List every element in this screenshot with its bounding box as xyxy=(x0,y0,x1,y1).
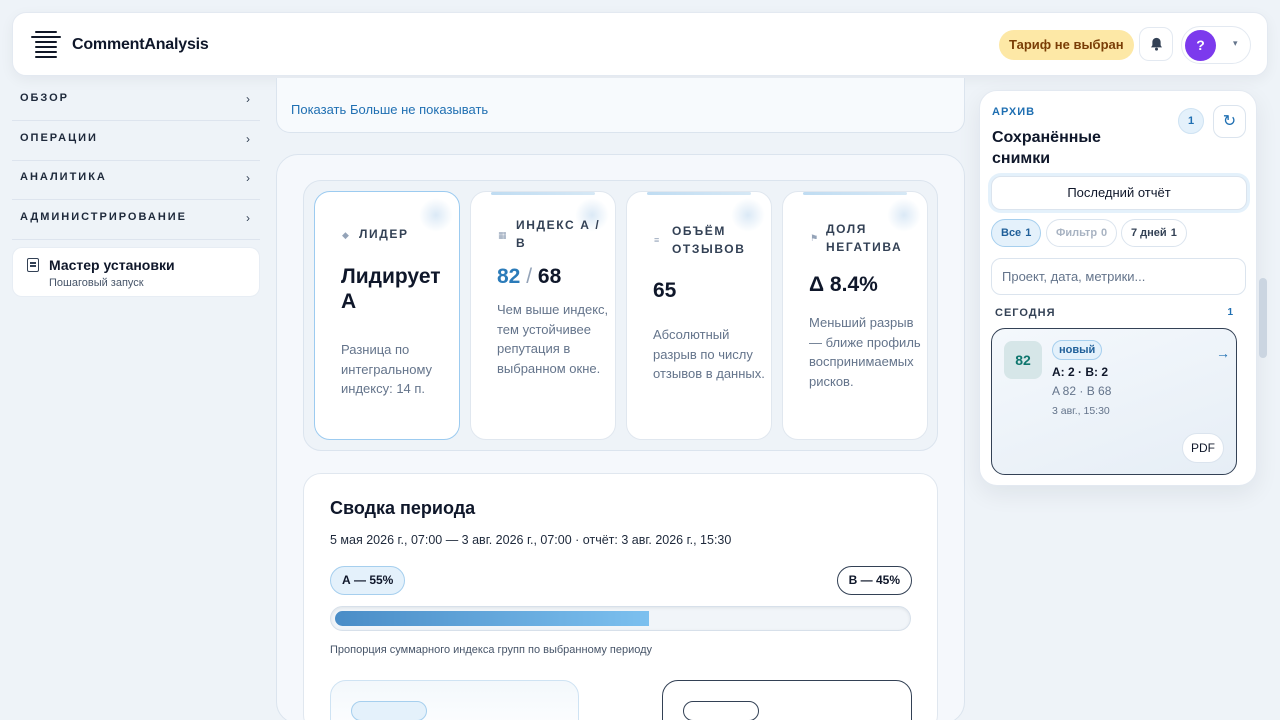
share-progress-bar xyxy=(330,606,911,631)
filter-chip-7-days[interactable]: 7 дней 1 xyxy=(1121,219,1187,247)
snapshot-meta: A 82 · B 68 xyxy=(1052,384,1112,398)
share-progress-fill xyxy=(335,611,649,626)
top-bar: CommentAnalysis Тариф не выбран ? ▾ xyxy=(12,12,1268,76)
new-badge: новый xyxy=(1052,340,1103,360)
sidebar-item-operations[interactable]: ОПЕРАЦИИ › xyxy=(12,122,260,161)
bell-icon xyxy=(1150,37,1162,51)
index-a-value: 82 xyxy=(497,265,521,288)
kpi-value: 65 xyxy=(653,279,677,302)
setup-wizard-link[interactable]: Мастер установки Пошаговый запуск xyxy=(12,247,260,297)
card-glow xyxy=(419,198,453,232)
main-panel: ◆ ЛИДЕР Лидирует А Разница по интегральн… xyxy=(276,154,965,720)
sidebar-item-administration[interactable]: АДМИНИСТРИРОВАНИЕ › xyxy=(12,201,260,240)
wizard-subtitle: Пошаговый запуск xyxy=(49,277,144,289)
index-separator: / xyxy=(526,265,533,288)
refresh-icon: ↻ xyxy=(1222,113,1237,130)
notice-bar: Показать Больше не показывать xyxy=(276,78,965,133)
snapshot-title: A: 2 · B: 2 xyxy=(1052,365,1109,379)
kpi-grid: ◆ ЛИДЕР Лидирует А Разница по интегральн… xyxy=(303,180,938,451)
chevron-down-icon: ▾ xyxy=(1233,38,1238,48)
sidebar-item-overview[interactable]: ОБЗОР › xyxy=(12,82,260,121)
group-b-share-badge: В — 45% xyxy=(836,566,912,595)
brand-name: CommentAnalysis xyxy=(72,36,209,53)
diamond-icon: ◆ xyxy=(342,230,349,240)
chevron-right-icon: › xyxy=(246,211,250,225)
kpi-description: Разница по интегральному индексу: 14 п. xyxy=(341,342,433,397)
share-caption: Пропорция суммарного индекса групп по вы… xyxy=(330,644,653,656)
book-icon xyxy=(27,258,39,272)
flag-icon: ⚑ xyxy=(810,233,819,243)
grid-icon: ▦ xyxy=(498,230,507,240)
user-menu-button[interactable]: ? ▾ xyxy=(1181,26,1251,64)
arrow-right-icon[interactable]: → xyxy=(1216,345,1230,361)
chevron-right-icon: › xyxy=(246,92,250,106)
group-b-card xyxy=(662,680,912,720)
archive-panel: АРХИВ Сохранённые снимки 1 ↻ Последний о… xyxy=(979,90,1257,486)
notice-dismiss-link[interactable]: Больше не показывать xyxy=(350,102,488,117)
kpi-card-leader: ◆ ЛИДЕР Лидирует А Разница по интегральн… xyxy=(314,191,460,440)
sidebar-item-label: ОБЗОР xyxy=(20,92,69,104)
logo-icon xyxy=(31,31,63,59)
avatar: ? xyxy=(1185,30,1216,61)
scrollbar[interactable] xyxy=(1259,278,1267,358)
kpi-card-negative: ⚑ ДОЛЯ НЕГАТИВА Δ 8.4% Меньший разрыв — … xyxy=(782,191,928,440)
group-a-card xyxy=(330,680,579,720)
archive-count-badge: 1 xyxy=(1178,108,1204,134)
period-summary: Сводка периода 5 мая 2026 г., 07:00 — 3 … xyxy=(303,473,938,720)
kpi-card-index: ▦ ИНДЕКС А / В 82 / 68 Чем выше индекс, … xyxy=(470,191,616,440)
kpi-description: Меньший разрыв — ближе профиль восприним… xyxy=(809,315,921,389)
kpi-value: Лидирует А xyxy=(341,265,441,313)
sidebar-item-label: АДМИНИСТРИРОВАНИЕ xyxy=(20,211,188,223)
group-count: 1 xyxy=(1227,307,1233,318)
index-b-value: 68 xyxy=(537,265,562,288)
plan-badge[interactable]: Тариф не выбран xyxy=(999,30,1134,60)
filter-chip-filter[interactable]: Фильтр 0 xyxy=(1046,219,1118,247)
wizard-title: Мастер установки xyxy=(49,257,175,273)
kpi-label: ОБЪЁМ ОТЗЫВОВ xyxy=(672,224,746,256)
kpi-label: ДОЛЯ НЕГАТИВА xyxy=(826,222,903,254)
kpi-card-volume: ≡ ОБЪЁМ ОТЗЫВОВ 65 Абсолютный разрыв по … xyxy=(626,191,772,440)
lines-icon: ≡ xyxy=(654,235,660,245)
kpi-label: ИНДЕКС А / В xyxy=(516,218,601,250)
archive-search-input[interactable] xyxy=(991,258,1246,295)
kpi-description: Чем выше индекс, тем устойчивее репутаци… xyxy=(497,302,609,376)
kpi-value: 82 / 68 xyxy=(497,264,561,289)
sidebar-item-label: АНАЛИТИКА xyxy=(20,171,107,183)
archive-kicker: АРХИВ xyxy=(992,106,1036,118)
sidebar-item-analytics[interactable]: АНАЛИТИКА › xyxy=(12,161,260,200)
group-label: СЕГОДНЯ xyxy=(995,307,1056,319)
kpi-label: ЛИДЕР xyxy=(359,227,409,241)
group-a-share-badge: А — 55% xyxy=(330,566,406,595)
kpi-description: Абсолютный разрыв по числу отзывов в дан… xyxy=(653,327,765,382)
filter-chip-all[interactable]: Все 1 xyxy=(991,219,1042,247)
snapshot-score: 82 xyxy=(1004,341,1042,379)
notice-show-link[interactable]: Показать xyxy=(291,102,346,117)
sidebar-item-label: ОПЕРАЦИИ xyxy=(20,132,98,144)
summary-period: 5 мая 2026 г., 07:00 — 3 авг. 2026 г., 0… xyxy=(330,533,732,547)
kpi-value: Δ 8.4% xyxy=(809,273,878,296)
snapshot-card[interactable]: 82 новый A: 2 · B: 2 A 82 · B 68 3 авг.,… xyxy=(991,328,1237,475)
chevron-right-icon: › xyxy=(246,132,250,146)
pdf-button[interactable]: PDF xyxy=(1182,433,1224,463)
summary-title: Сводка периода xyxy=(330,498,476,518)
refresh-button[interactable]: ↻ xyxy=(1213,105,1246,138)
chevron-right-icon: › xyxy=(246,171,250,185)
last-report-button[interactable]: Последний отчёт xyxy=(991,176,1247,210)
group-header-today: СЕГОДНЯ 1 xyxy=(995,307,1245,321)
notifications-button[interactable] xyxy=(1139,27,1173,61)
archive-title: Сохранённые снимки xyxy=(992,129,1101,167)
snapshot-date: 3 авг., 15:30 xyxy=(1052,405,1110,417)
